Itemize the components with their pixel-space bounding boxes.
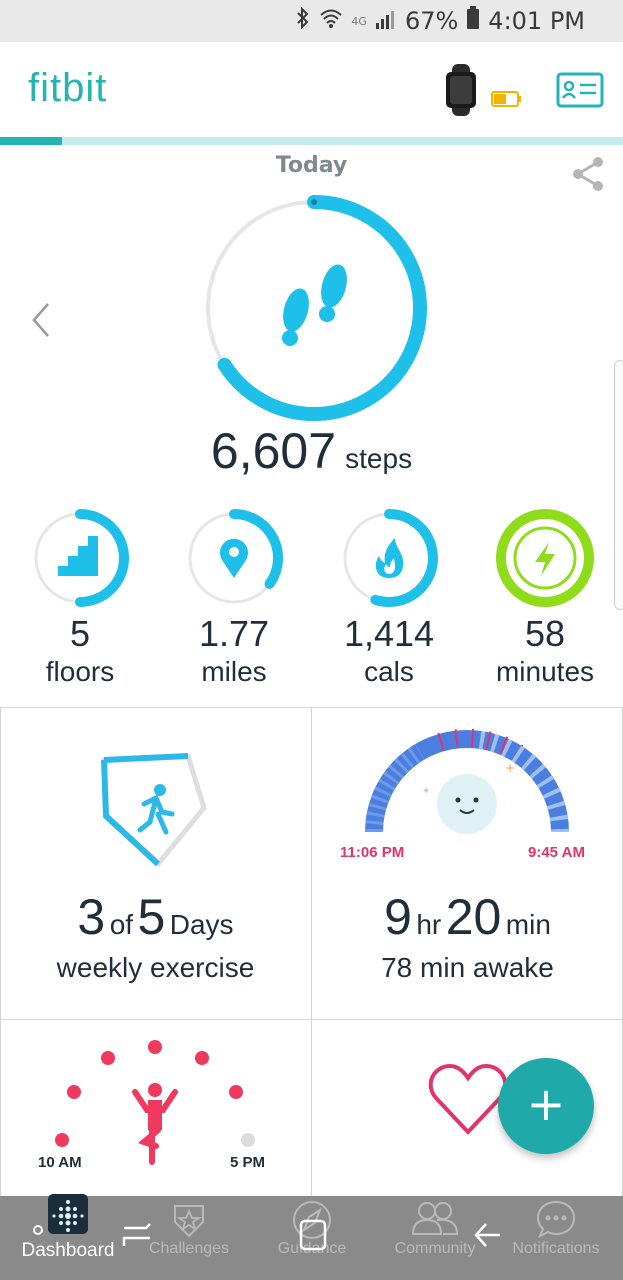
sleep-hr-word: hr [416, 909, 442, 940]
miles-value: 1.77 [198, 613, 270, 654]
exercise-count: 3 [77, 889, 106, 945]
add-button[interactable]: + [498, 1058, 594, 1154]
tab-dashboard-label: Dashboard [21, 1240, 115, 1261]
system-back-icon[interactable] [472, 1218, 502, 1252]
svg-text:✦: ✦ [422, 786, 430, 797]
hourly-end-label: 5 PM [230, 1154, 266, 1171]
steps-unit: steps [345, 443, 413, 474]
today-label: Today [275, 153, 348, 178]
active-minutes-unit: minutes [495, 656, 595, 687]
exercise-days-word: Days [169, 909, 234, 940]
previous-day-button[interactable] [28, 298, 56, 342]
exercise-subtitle: weekly exercise [56, 952, 255, 983]
sleep-end-time: 9:45 AM [528, 844, 585, 861]
chat-bubble-icon [536, 1200, 576, 1239]
steps-ring[interactable] [196, 190, 432, 426]
calories-value: 1,414 [343, 613, 435, 654]
hourly-start-label: 10 AM [38, 1154, 82, 1171]
status-bar: 4G 67% 4:01 PM [0, 0, 623, 42]
steps-value: 6,607 [210, 423, 337, 479]
share-icon [573, 157, 603, 191]
floors-stat[interactable]: 5 floors [5, 508, 155, 698]
sleep-hours: 9 [384, 889, 412, 945]
battery-icon [466, 6, 480, 36]
community-icon [411, 1202, 459, 1235]
battery-percent: 67% [404, 7, 459, 35]
flame-icon [375, 538, 404, 578]
sleep-min-word: min [505, 909, 551, 940]
miles-stat[interactable]: 1.77 miles [159, 508, 309, 698]
sleep-tile[interactable]: + ✦ 11:06 PM 9:45 AM 9 hr 20 min 78 min … [312, 708, 623, 1019]
active-minutes-value: 58 [524, 613, 566, 654]
bottom-nav: Dashboard Challenges Guidance Community … [0, 1194, 623, 1280]
tracker-icon [446, 64, 521, 116]
sleep-start-time: 11:06 PM [340, 844, 405, 861]
calories-unit: cals [364, 656, 414, 687]
network-type: 4G [351, 14, 367, 28]
floors-unit: floors [45, 656, 115, 687]
bluetooth-icon [295, 6, 311, 35]
exercise-badge-icon [101, 753, 207, 867]
id-card-icon [556, 72, 604, 108]
floors-ring [34, 509, 129, 607]
tab-notifications[interactable]: Notifications [494, 1196, 618, 1280]
miles-unit: miles [201, 656, 267, 687]
location-pin-icon [220, 538, 248, 578]
active-minutes-ring [496, 509, 594, 607]
moon-icon [437, 774, 497, 834]
yoga-person-icon [132, 1083, 178, 1165]
hourly-activity-dots [55, 1040, 255, 1165]
floors-value: 5 [69, 613, 91, 654]
sleep-duration: 9 hr 20 min [312, 888, 623, 946]
miles-ring [188, 509, 283, 604]
fitbit-logo: fitbit [28, 66, 108, 110]
wifi-icon [319, 7, 343, 35]
footprints-icon [282, 264, 347, 346]
svg-text:+: + [505, 761, 515, 775]
system-recents-icon[interactable] [122, 1220, 152, 1250]
sync-progress-fill [0, 137, 63, 145]
system-home-dot-icon[interactable] [32, 1224, 44, 1236]
exercise-of-word: of [109, 909, 134, 940]
share-button[interactable] [568, 154, 608, 194]
signal-icon [375, 7, 397, 35]
exercise-tile[interactable]: 3 of 5 Days weekly exercise [0, 708, 311, 1019]
lightning-icon [535, 542, 555, 576]
system-home-icon[interactable] [298, 1218, 328, 1252]
chevron-left-icon [32, 303, 49, 337]
hourly-activity-tile[interactable]: 10 AM 5 PM [0, 1020, 311, 1196]
dashboard-icon [48, 1194, 88, 1234]
steps-count: 6,607 steps [0, 422, 623, 480]
tab-notifications-label: Notifications [512, 1240, 600, 1257]
app-header: fitbit [0, 42, 623, 138]
sync-progress-track [0, 137, 623, 145]
calories-stat[interactable]: 1,414 cals [314, 508, 464, 698]
heart-icon [428, 1063, 508, 1135]
sleep-subtitle: 78 min awake [381, 952, 554, 983]
stairs-icon [58, 536, 98, 576]
clock: 4:01 PM [488, 7, 585, 35]
calories-ring [343, 509, 438, 607]
tracker-device-button[interactable] [440, 64, 530, 116]
active-minutes-stat[interactable]: 58 minutes [470, 508, 620, 698]
challenges-icon [174, 1205, 204, 1238]
sleep-arc-chart: + ✦ [365, 728, 569, 834]
profile-card-button[interactable] [556, 72, 604, 108]
tab-dashboard[interactable]: Dashboard [6, 1194, 130, 1280]
exercise-days-count: 3 of 5 Days [0, 888, 311, 946]
exercise-goal: 5 [137, 889, 166, 945]
sleep-minutes: 20 [445, 889, 502, 945]
